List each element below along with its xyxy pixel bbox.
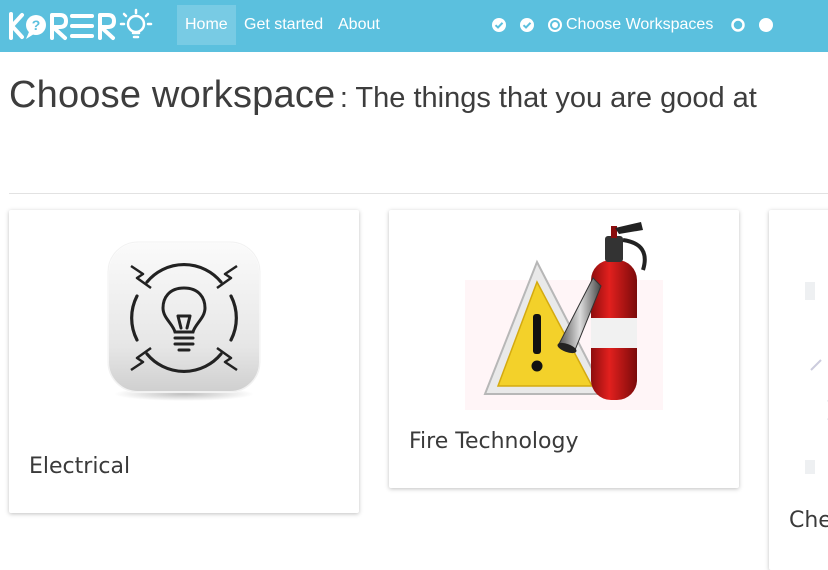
nav-get-started-link[interactable]: Get started <box>236 5 331 45</box>
nav-about-link[interactable]: About <box>330 5 388 45</box>
chemistry-icon <box>805 282 828 474</box>
step-3-label: Choose Workspaces <box>566 16 714 33</box>
step-3-current[interactable]: Choose Workspaces <box>548 16 713 34</box>
workspace-name: Fire Technology <box>409 429 579 454</box>
workspace-name: Electrical <box>29 454 131 479</box>
workspace-card-electrical[interactable]: Electrical <box>9 210 359 513</box>
progress-steps: Choose Workspaces <box>492 14 787 36</box>
workspace-card-chemistry[interactable]: Che <box>769 210 828 570</box>
page-subtitle: : The things that you are good at <box>339 82 757 114</box>
korero-logo[interactable]: ? <box>8 8 163 44</box>
nav-home-link[interactable]: Home <box>177 5 236 45</box>
check-circle-icon <box>520 18 534 32</box>
fire-extinguisher-icon <box>465 222 663 410</box>
divider <box>9 193 828 194</box>
page-heading: Choose workspace : The things that you a… <box>9 74 757 117</box>
workspace-card-fire-technology[interactable]: Fire Technology <box>389 210 739 488</box>
step-1[interactable] <box>492 18 506 32</box>
radio-dot-icon <box>548 18 562 32</box>
circle-outline-icon <box>731 18 746 32</box>
step-5[interactable] <box>759 18 774 32</box>
svg-text:?: ? <box>32 17 41 33</box>
lightbulb-icon <box>107 241 261 401</box>
circle-filled-icon <box>759 18 774 32</box>
top-navbar: ? Home Get started About Choose Workspac… <box>0 0 828 52</box>
page-title: Choose workspace <box>9 74 336 116</box>
check-circle-icon <box>492 18 506 32</box>
step-2[interactable] <box>520 18 534 32</box>
step-4[interactable] <box>731 18 746 32</box>
workspace-name: Che <box>789 508 828 533</box>
